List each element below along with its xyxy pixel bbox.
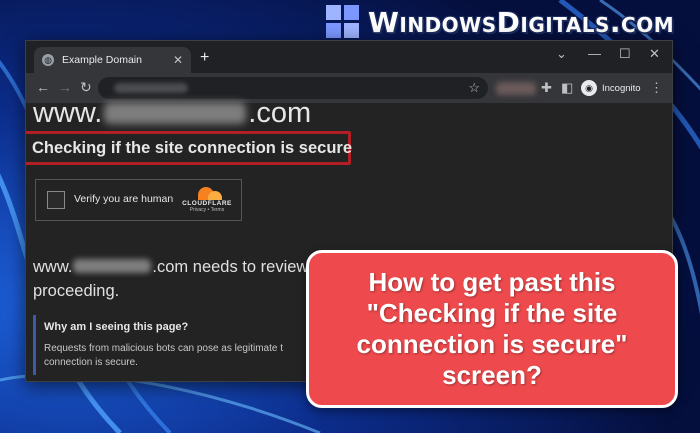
blurred-extensions: [496, 82, 536, 95]
side-panel-icon[interactable]: ◧: [561, 80, 573, 96]
forward-icon[interactable]: →: [58, 79, 72, 95]
extensions-puzzle-icon[interactable]: ✚: [541, 80, 552, 96]
incognito-icon: ◉: [581, 80, 597, 96]
cloudflare-brand: CLOUDFLARE: [182, 200, 232, 207]
new-tab-button[interactable]: +: [200, 49, 209, 67]
tab-example-domain[interactable]: ◍ Example Domain ✕: [34, 47, 191, 73]
blurred-domain-small: [73, 259, 152, 273]
back-icon[interactable]: ←: [36, 79, 50, 95]
minimize-icon[interactable]: —: [588, 46, 601, 61]
privacy-terms-links[interactable]: Privacy • Terms: [179, 207, 235, 213]
close-icon[interactable]: ✕: [649, 46, 660, 62]
callout-box: How to get past this "Checking if the si…: [306, 250, 678, 408]
watermark-text: WindowsDigitals.com: [368, 5, 675, 39]
tab-title: Example Domain: [62, 54, 142, 66]
watermark: WindowsDigitals.com: [326, 2, 674, 42]
verify-checkbox[interactable]: [47, 191, 65, 209]
why-section: Why am I seeing this page? Requests from…: [33, 315, 333, 375]
cloudflare-captcha-widget: Verify you are human CLOUDFLARE Privacy …: [35, 179, 242, 221]
chevron-down-icon[interactable]: ⌄: [556, 46, 567, 62]
review-line2: proceeding.: [33, 282, 120, 300]
heading-prefix: www.: [33, 97, 103, 129]
review-prefix: www.: [33, 258, 73, 276]
menu-kebab-icon[interactable]: ⋮: [650, 80, 663, 96]
incognito-label: Incognito: [602, 82, 641, 94]
highlighted-checking-message: Checking if the site connection is secur…: [26, 131, 353, 165]
site-heading: www. .com: [33, 97, 311, 130]
tab-strip: ◍ Example Domain ✕ + ⌄ — ☐ ✕: [26, 41, 672, 73]
why-body: Requests from malicious bots can pose as…: [44, 342, 333, 370]
cloudflare-cloud-icon: [192, 186, 222, 200]
checking-text: Checking if the site connection is secur…: [32, 138, 353, 157]
why-body-line2: connection is secure.: [44, 357, 138, 368]
blurred-domain: [104, 102, 247, 124]
blurred-url: [114, 83, 188, 93]
address-bar[interactable]: ☆: [98, 77, 488, 99]
globe-icon: ◍: [42, 54, 54, 66]
maximize-icon[interactable]: ☐: [619, 46, 631, 62]
review-message: www. .com needs to review proceeding.: [33, 255, 308, 303]
callout-text: How to get past this "Checking if the si…: [356, 267, 628, 390]
why-title: Why am I seeing this page?: [44, 321, 189, 333]
tab-close-icon[interactable]: ✕: [173, 53, 183, 67]
verify-label: Verify you are human: [74, 193, 174, 205]
heading-suffix: .com: [248, 97, 312, 129]
windows-logo-icon: [326, 5, 360, 39]
cloudflare-logo: CLOUDFLARE Privacy • Terms: [179, 186, 235, 213]
why-body-line1: Requests from malicious bots can pose as…: [44, 343, 283, 354]
bookmark-star-icon[interactable]: ☆: [468, 80, 480, 96]
review-suffix: .com needs to review: [152, 258, 309, 276]
incognito-indicator[interactable]: ◉ Incognito: [581, 79, 641, 97]
reload-icon[interactable]: ↻: [80, 79, 92, 96]
